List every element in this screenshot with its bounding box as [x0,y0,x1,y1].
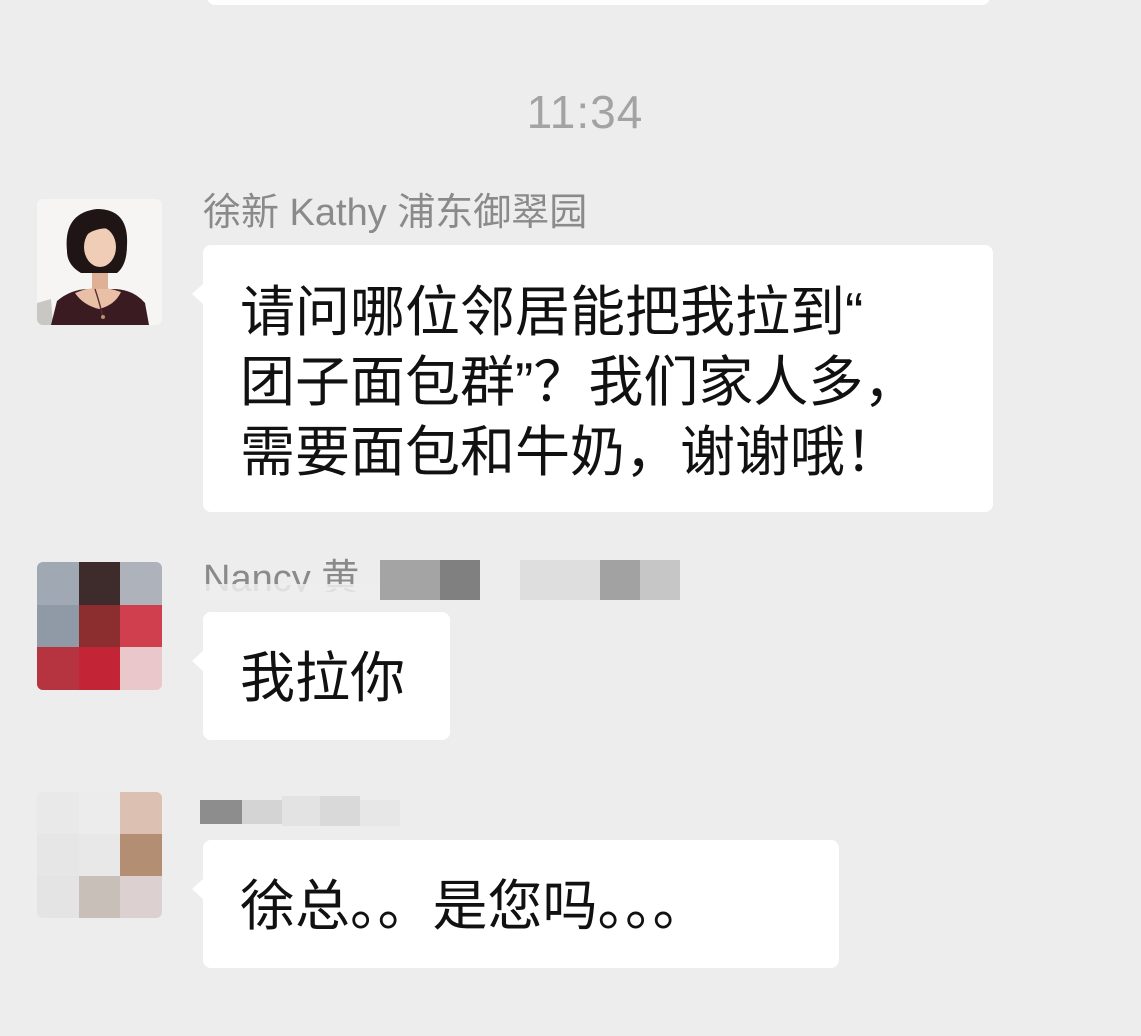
woman-portrait-avatar [37,199,162,325]
message-text-line: 请问哪位邻居能把我拉到“ [240,281,864,343]
mosaic-tile [37,604,79,648]
sender-avatar[interactable] [37,199,162,325]
mosaic-tile [120,834,162,876]
name-blur-band [200,584,382,600]
mosaic-tile [78,562,121,605]
bubble-tail [192,878,204,900]
name-mosaic-block [242,800,282,824]
mosaic-tile [78,647,121,690]
previous-message-bubble[interactable] [207,0,990,5]
mosaic-tile [120,647,162,690]
message-text-line: 需要面包和牛奶，谢谢哦！ [240,421,901,483]
message-text-line: 团子面包群”？我们家人多， [240,351,919,413]
mosaic-tile [78,876,121,918]
name-mosaic-block [520,560,600,600]
name-mosaic-block [360,800,400,826]
name-mosaic-block [282,796,320,826]
message-timestamp: 11:34 [526,86,644,138]
chat-view: 11:34 徐新 Kathy 浦东御翠园 请问哪位邻居能把我拉到“ 团子面包群”… [0,0,1141,1036]
name-mosaic-block [600,560,640,600]
name-mosaic-block [320,796,360,826]
message-bubble[interactable]: 徐总。。是您吗。。。 [192,840,839,968]
mosaic-tile [37,876,79,918]
message-bubble[interactable]: 我拉你 [192,612,450,740]
mosaic-tile [37,834,79,876]
mosaic-tile [120,792,162,834]
mosaic-tile [120,562,162,605]
bubble-tail [192,650,204,672]
mosaic-tile [120,604,162,648]
name-mosaic-block [200,800,242,824]
mosaic-tile [37,792,79,834]
pixelated-avatar[interactable] [37,792,162,918]
message-text-line: 徐总。。是您吗。。。 [240,875,708,937]
name-mosaic-block [440,560,480,600]
pixelated-avatar[interactable] [37,562,162,690]
message-bubble[interactable]: 请问哪位邻居能把我拉到“ 团子面包群”？我们家人多， 需要面包和牛奶，谢谢哦！ [192,245,993,512]
mosaic-tile [78,834,121,876]
bubble-tail [192,283,204,305]
mosaic-tile [37,562,79,605]
mosaic-tile [37,647,79,690]
mosaic-tile [78,604,121,648]
mosaic-tile [78,792,121,834]
name-mosaic-block [380,560,440,600]
sender-name: 徐新 Kathy 浦东御翠园 [203,192,588,234]
mosaic-tile [120,876,162,918]
name-mosaic-block [640,560,680,600]
message-text-line: 我拉你 [240,647,406,709]
